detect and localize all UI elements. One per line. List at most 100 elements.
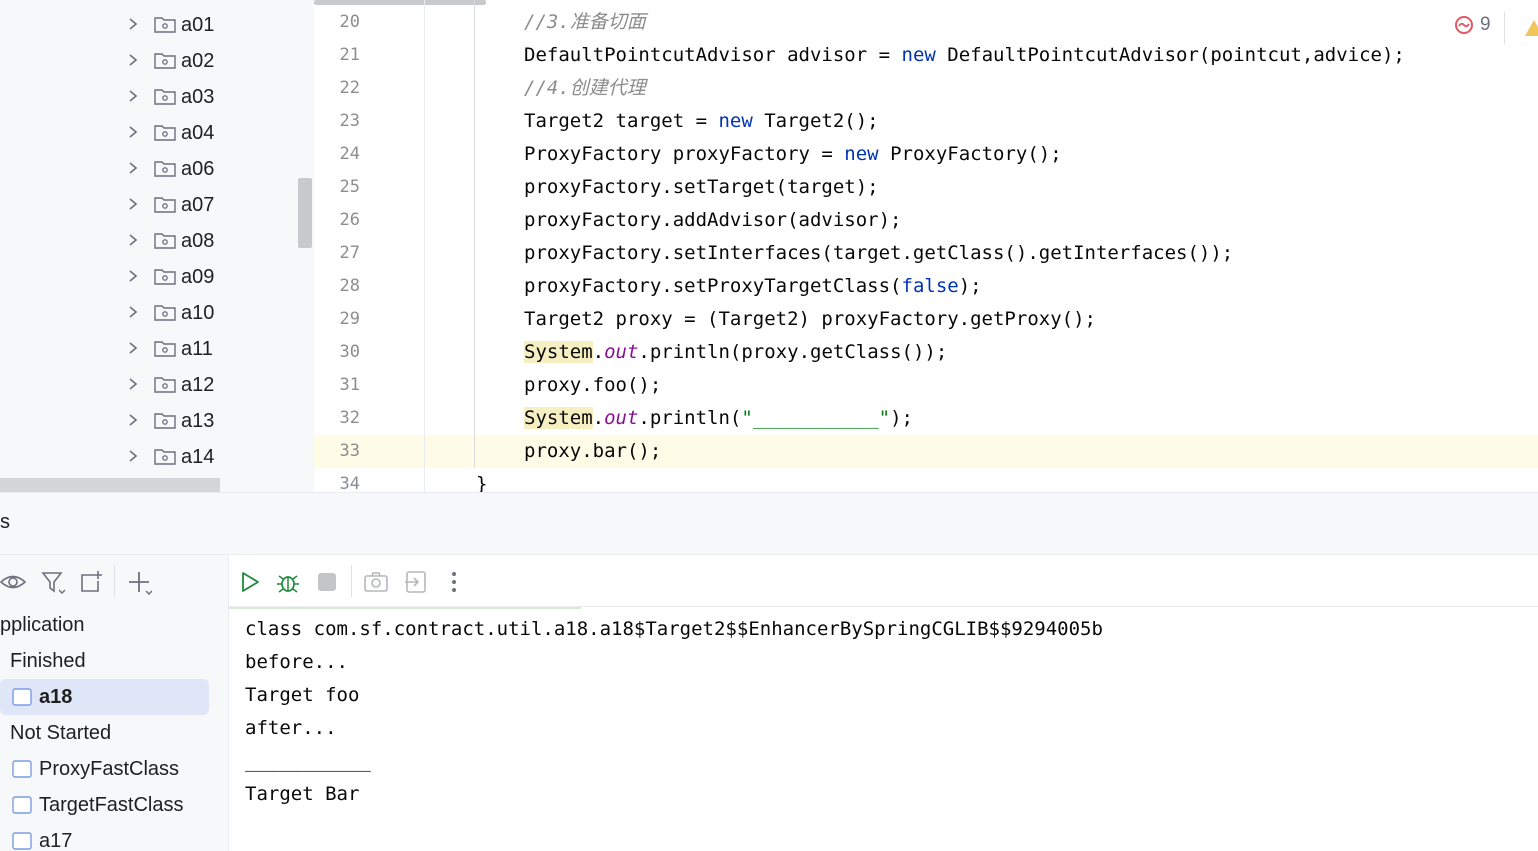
tree-folder-item[interactable]: a13: [0, 402, 300, 438]
static-field: out: [604, 341, 639, 363]
add-icon[interactable]: [126, 569, 152, 595]
import-icon[interactable]: [403, 569, 429, 595]
package-folder-icon: [154, 377, 176, 393]
test-node-proxyfastclass[interactable]: ProxyFastClass: [0, 751, 229, 787]
stop-icon[interactable]: [314, 569, 340, 595]
tree-item-label: a12: [181, 374, 215, 396]
test-node-a18[interactable]: a18: [0, 679, 209, 715]
code-line-20[interactable]: //3.准备切面: [524, 6, 646, 39]
code-text: .println(proxy.getClass());: [638, 341, 948, 363]
code-line-31[interactable]: proxy.foo();: [524, 369, 661, 402]
tree-folder-item[interactable]: a14: [0, 438, 300, 474]
tree-folder-item[interactable]: a08: [0, 222, 300, 258]
chevron-right-icon[interactable]: [126, 233, 140, 247]
code-text: ProxyFactory proxyFactory =: [524, 143, 845, 165]
code-line-23[interactable]: Target2 target = new Target2();: [524, 105, 879, 138]
console-output[interactable]: class com.sf.contract.util.a18.a18$Targe…: [229, 607, 1538, 851]
package-folder-icon: [154, 269, 176, 285]
tree-item-label: a02: [181, 50, 215, 72]
warning-icon[interactable]: [1524, 18, 1538, 38]
tree-scrollbar[interactable]: [298, 178, 312, 248]
test-node-label: ProxyFastClass: [39, 758, 180, 780]
inspection-widget[interactable]: 9: [1454, 14, 1491, 36]
chevron-right-icon[interactable]: [126, 269, 140, 283]
code-line-26[interactable]: proxyFactory.addAdvisor(advisor);: [524, 204, 902, 237]
eye-icon[interactable]: [0, 569, 26, 595]
test-group-not-started[interactable]: Not Started: [0, 715, 229, 751]
test-node-targetfastclass[interactable]: TargetFastClass: [0, 787, 229, 823]
tree-folder-item[interactable]: a11: [0, 330, 300, 366]
line-number: 22: [339, 78, 360, 98]
tree-folder-item[interactable]: a07: [0, 186, 300, 222]
console-line: Target foo: [245, 684, 360, 706]
indent-guide: [474, 0, 475, 468]
console-line: after...: [245, 717, 337, 739]
code-line-27[interactable]: proxyFactory.setInterfaces(target.getCla…: [524, 237, 1233, 270]
code-line-25[interactable]: proxyFactory.setTarget(target);: [524, 171, 879, 204]
tree-item-label: a13: [181, 410, 215, 432]
chevron-right-icon[interactable]: [126, 341, 140, 355]
package-folder-icon: [154, 305, 176, 321]
tree-folder-item[interactable]: a02: [0, 42, 300, 78]
chevron-right-icon[interactable]: [126, 305, 140, 319]
tree-folder-item[interactable]: a03: [0, 78, 300, 114]
code-line-21[interactable]: DefaultPointcutAdvisor advisor = new Def…: [524, 39, 1405, 72]
chevron-right-icon[interactable]: [126, 161, 140, 175]
line-number: 26: [339, 210, 360, 230]
code-line-32[interactable]: System.out.println("___________");: [524, 402, 913, 435]
code-text: proxyFactory.setInterfaces(target.getCla…: [524, 242, 1234, 264]
code-line-33[interactable]: proxy.bar();: [524, 435, 661, 468]
test-node-application[interactable]: pplication: [0, 607, 229, 643]
test-group-finished[interactable]: Finished: [0, 643, 229, 679]
line-number: 28: [339, 276, 360, 296]
export-icon[interactable]: [78, 569, 104, 595]
code-text: proxy.foo();: [524, 374, 662, 396]
tree-folder-item[interactable]: a10: [0, 294, 300, 330]
code-editor[interactable]: 20 21 22 23 24 25 26 27 28 29 30 31 32 33 34 //3.准备切面 …: [314, 0, 1538, 492]
tree-folder-item[interactable]: a09: [0, 258, 300, 294]
code-line-22[interactable]: //4.创建代理: [524, 72, 646, 105]
more-options-icon[interactable]: [441, 569, 467, 595]
code-line-29[interactable]: Target2 proxy = (Target2) proxyFactory.g…: [524, 303, 1096, 336]
class-icon: [12, 688, 32, 706]
keyword: new: [718, 110, 753, 132]
tree-item-label: a08: [181, 230, 215, 252]
test-node-a17[interactable]: a17: [0, 823, 229, 851]
console-line: Target Bar: [245, 783, 360, 805]
tree-folder-item[interactable]: a01: [0, 6, 300, 42]
tree-folder-item[interactable]: a04: [0, 114, 300, 150]
camera-icon[interactable]: [363, 569, 389, 595]
line-number: 23: [339, 111, 360, 131]
chevron-right-icon[interactable]: [126, 377, 140, 391]
package-folder-icon: [154, 53, 176, 69]
tree-folder-item[interactable]: a06: [0, 150, 300, 186]
chevron-right-icon[interactable]: [126, 17, 140, 31]
code-line-28[interactable]: proxyFactory.setProxyTargetClass(false);: [524, 270, 982, 303]
chevron-right-icon[interactable]: [126, 413, 140, 427]
run-icon[interactable]: [237, 569, 263, 595]
package-folder-icon: [154, 341, 176, 357]
tree-item-label: a09: [181, 266, 215, 288]
tree-folder-item[interactable]: a12: [0, 366, 300, 402]
test-tree-panel: pplication Finished a18 Not Started Prox…: [0, 555, 229, 851]
debug-icon[interactable]: [275, 569, 301, 595]
code-text: proxy.bar();: [524, 440, 662, 462]
chevron-right-icon[interactable]: [126, 53, 140, 67]
toolbar-separator: [351, 565, 352, 597]
chevron-right-icon[interactable]: [126, 89, 140, 103]
code-text: Target2();: [752, 110, 879, 132]
package-folder-icon: [154, 413, 176, 429]
line-number: 32: [339, 408, 360, 428]
filter-icon[interactable]: [40, 569, 66, 595]
code-text: .: [592, 407, 605, 429]
tree-horizontal-scrollbar[interactable]: [0, 478, 220, 492]
code-text: proxyFactory.setTarget(target);: [524, 176, 879, 198]
editor-scrollbar[interactable]: [314, 0, 486, 5]
chevron-right-icon[interactable]: [126, 125, 140, 139]
chevron-right-icon[interactable]: [126, 197, 140, 211]
package-folder-icon: [154, 449, 176, 465]
chevron-right-icon[interactable]: [126, 449, 140, 463]
code-line-24[interactable]: ProxyFactory proxyFactory = new ProxyFac…: [524, 138, 1062, 171]
class-icon: [12, 832, 32, 850]
code-line-30[interactable]: System.out.println(proxy.getClass());: [524, 336, 947, 369]
